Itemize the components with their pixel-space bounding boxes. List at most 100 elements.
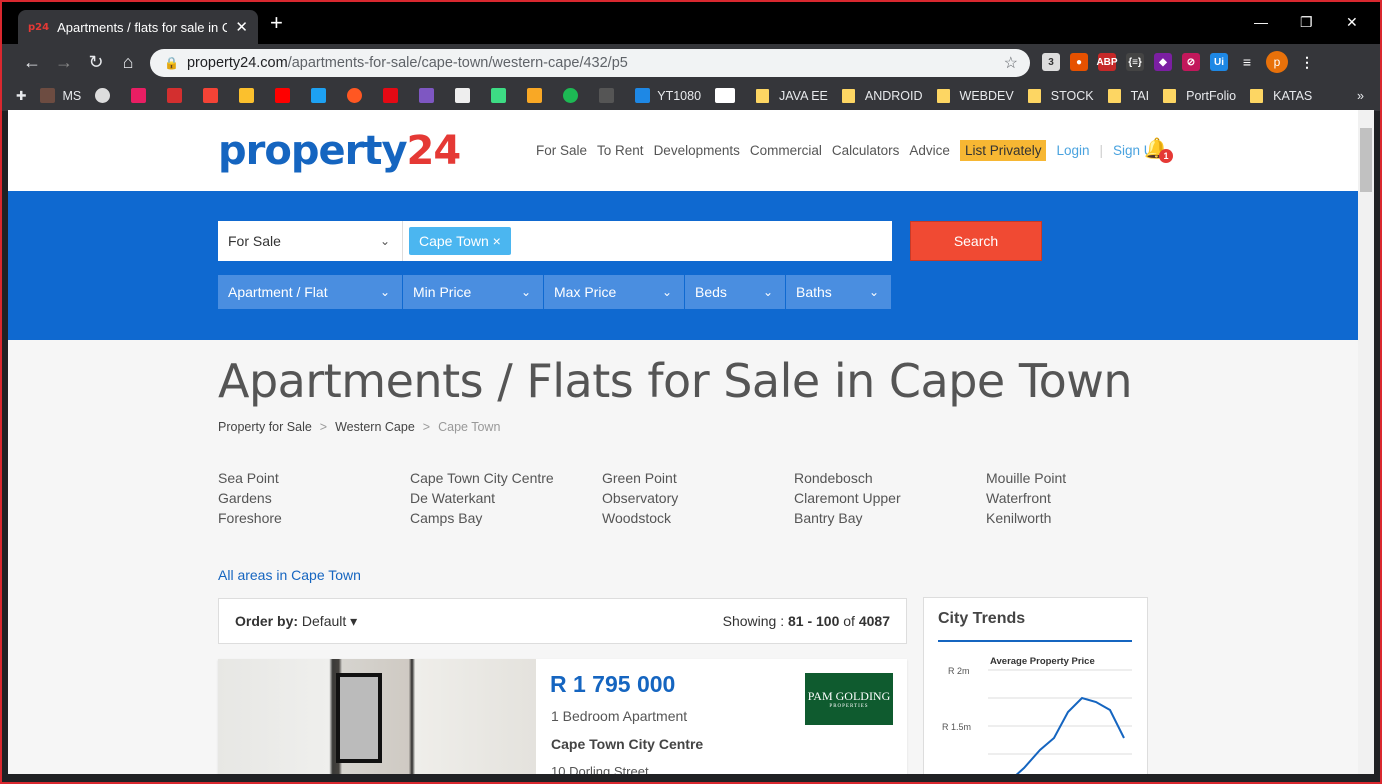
twitter-icon[interactable] [311, 88, 333, 103]
agency-logo[interactable]: PAM GOLDING PROPERTIES [805, 673, 893, 725]
y-tick-label: R 2m [948, 666, 970, 676]
bookmark-folder-javaee[interactable]: JAVA EE [756, 88, 828, 103]
area-link[interactable]: Green Point [602, 470, 794, 486]
ts-icon[interactable] [715, 88, 742, 103]
listing-mode-select[interactable]: For Sale ⌄ [218, 221, 402, 261]
back-icon[interactable]: ← [16, 52, 48, 73]
area-link[interactable]: Cape Town City Centre [410, 470, 602, 486]
extensions-icon[interactable]: ✚ [16, 88, 26, 103]
close-tab-icon[interactable]: ✕ [235, 18, 248, 36]
all-areas-link[interactable]: All areas in Cape Town [218, 567, 361, 583]
max-price-filter[interactable]: Max Price ⌄ [544, 275, 684, 309]
netflix-icon[interactable] [383, 88, 405, 103]
page-scrollbar[interactable] [1358, 110, 1374, 774]
browser-tab[interactable]: p24 Apartments / flats for sale in Cape … [18, 10, 258, 44]
google-icon[interactable] [527, 88, 549, 103]
search-button[interactable]: Search [910, 221, 1042, 261]
scrollbar-thumb[interactable] [1360, 128, 1372, 192]
gmail-icon[interactable] [203, 88, 225, 103]
area-link[interactable]: Sea Point [218, 470, 410, 486]
android-icon[interactable] [491, 88, 513, 103]
login-link[interactable]: Login [1056, 143, 1089, 158]
price-trend-chart: Average Property Price R 2m R 1.5m [942, 656, 1132, 774]
beds-filter[interactable]: Beds ⌄ [685, 275, 785, 309]
area-link[interactable]: Woodstock [602, 510, 794, 526]
area-link[interactable]: Waterfront [986, 490, 1178, 506]
address-bar[interactable]: 🔒 property24.com/apartments-for-sale/cap… [150, 49, 1030, 77]
area-link[interactable]: Foreshore [218, 510, 410, 526]
extension-icon[interactable]: ⊘ [1182, 53, 1200, 71]
area-link[interactable]: Gardens [218, 490, 410, 506]
extension-icon[interactable] [455, 88, 477, 103]
more-bookmarks-icon[interactable]: » [1357, 89, 1364, 103]
bookmark-yt1080[interactable]: YT1080 [635, 88, 701, 103]
area-link[interactable]: Kenilworth [986, 510, 1178, 526]
bookmark-folder-katas[interactable]: KATAS [1250, 88, 1312, 103]
area-link[interactable]: De Waterkant [410, 490, 602, 506]
nav-to-rent[interactable]: To Rent [597, 143, 644, 158]
extension-icon[interactable] [167, 88, 189, 103]
breadcrumb-link[interactable]: Property for Sale [218, 420, 312, 434]
location-input[interactable]: Cape Town × [402, 221, 892, 261]
keep-icon[interactable] [239, 88, 261, 103]
close-window-icon[interactable]: ✕ [1346, 14, 1358, 31]
bookmark-star-icon[interactable]: ☆ [1004, 53, 1018, 73]
order-select[interactable]: Default ▾ [302, 613, 357, 630]
bookmark-folder-stock[interactable]: STOCK [1027, 88, 1094, 103]
youtube-icon[interactable] [275, 88, 297, 103]
spotify-icon[interactable] [563, 88, 585, 103]
slack-icon[interactable] [131, 88, 153, 103]
nav-for-sale[interactable]: For Sale [536, 143, 587, 158]
ui-icon[interactable]: Ui [1210, 53, 1228, 71]
extension-icon[interactable] [419, 88, 441, 103]
logo-text: property [218, 128, 408, 174]
media-icon[interactable]: ≡ [1238, 53, 1256, 71]
nav-commercial[interactable]: Commercial [750, 143, 822, 158]
area-link[interactable]: Claremont Upper [794, 490, 986, 506]
chevron-down-icon: ⌄ [379, 285, 390, 299]
extension-icon[interactable] [599, 88, 621, 103]
github-icon[interactable] [95, 88, 117, 103]
menu-icon[interactable]: ⋮ [1298, 53, 1316, 71]
color-picker-icon[interactable]: ◆ [1154, 53, 1172, 71]
adblock-icon[interactable]: ABP [1096, 53, 1118, 71]
new-tab-button[interactable]: + [270, 12, 283, 34]
play-icon[interactable] [347, 88, 369, 103]
forward-icon[interactable]: → [48, 52, 80, 73]
nav-developments[interactable]: Developments [654, 143, 740, 158]
listing-photo[interactable] [218, 659, 536, 774]
bookmark-folder-webdev[interactable]: WEBDEV [936, 88, 1014, 103]
breadcrumb-link[interactable]: Western Cape [335, 420, 415, 434]
bookmark-folder-portfolio[interactable]: PortFolio [1163, 88, 1236, 103]
home-icon[interactable]: ⌂ [112, 52, 144, 73]
minimize-icon[interactable]: — [1254, 14, 1268, 30]
bookmark-folder-tai[interactable]: TAI [1107, 88, 1149, 103]
extension-icon[interactable]: 3 [1042, 53, 1060, 71]
baths-filter[interactable]: Baths ⌄ [786, 275, 891, 309]
property-type-filter[interactable]: Apartment / Flat ⌄ [218, 275, 402, 309]
area-link[interactable]: Camps Bay [410, 510, 602, 526]
agency-name: PAM GOLDING [807, 689, 891, 703]
min-price-filter[interactable]: Min Price ⌄ [403, 275, 543, 309]
reload-icon[interactable]: ↻ [80, 52, 112, 73]
bookmark-folder-android[interactable]: ANDROID [841, 88, 923, 103]
location-tag[interactable]: Cape Town × [409, 227, 511, 255]
bookmark-ms[interactable]: MS [40, 88, 81, 103]
avatar[interactable]: p [1266, 51, 1288, 73]
list-privately-button[interactable]: List Privately [959, 140, 1047, 161]
lock-icon: 🔒 [164, 56, 179, 70]
chevron-down-icon: ⌄ [379, 234, 390, 248]
extension-icon[interactable]: ● [1070, 53, 1088, 71]
site-logo[interactable]: property24 [218, 128, 461, 174]
nav-advice[interactable]: Advice [909, 143, 950, 158]
area-link[interactable]: Bantry Bay [794, 510, 986, 526]
url-host: property24.com [186, 55, 288, 71]
nav-calculators[interactable]: Calculators [832, 143, 900, 158]
listing-card[interactable]: R 1 795 000 1 Bedroom Apartment Cape Tow… [218, 659, 907, 774]
area-link[interactable]: Rondebosch [794, 470, 986, 486]
location-tag-label: Cape Town × [419, 233, 501, 249]
area-link[interactable]: Observatory [602, 490, 794, 506]
area-link[interactable]: Mouille Point [986, 470, 1178, 486]
extension-icon[interactable]: {≡} [1126, 53, 1144, 71]
restore-icon[interactable]: ❐ [1300, 14, 1313, 31]
